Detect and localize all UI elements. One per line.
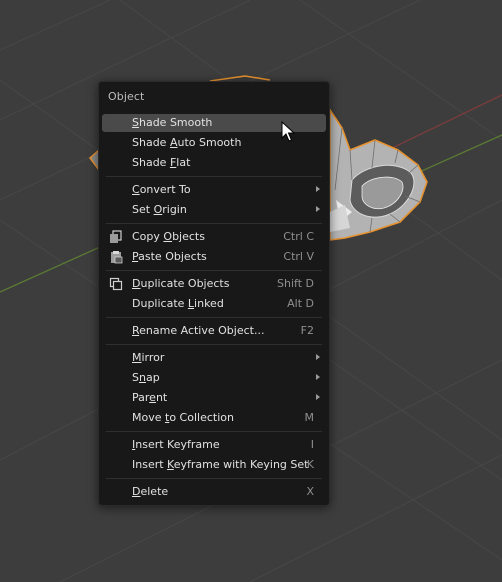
menu-separator — [106, 270, 322, 271]
paste-objects-icon — [109, 250, 123, 264]
object-context-menu: Object Shade Smooth Shade Auto Smooth Sh… — [98, 81, 330, 506]
menu-item-shortcut: I — [310, 438, 314, 451]
menu-item-shortcut: M — [304, 411, 315, 424]
submenu-arrow-icon — [316, 374, 320, 380]
submenu-arrow-icon — [316, 354, 320, 360]
mnemonic-letter: O — [153, 203, 163, 216]
duplicate-icon — [109, 277, 123, 291]
mnemonic-letter: O — [163, 230, 173, 243]
menu-separator — [106, 317, 322, 318]
menu-item-label: Shade Auto Smooth — [132, 136, 242, 149]
menu-separator — [106, 478, 322, 479]
menu-item-label: Set Origin — [132, 203, 187, 216]
menu-item-shortcut: X — [306, 485, 314, 498]
menu-item-shortcut: Alt D — [287, 297, 314, 310]
mnemonic-letter: M — [132, 351, 142, 364]
menu-item-label: Duplicate Objects — [132, 277, 230, 290]
submenu-arrow-icon — [316, 186, 320, 192]
mnemonic-letter: C — [132, 183, 140, 196]
menu-item-shortcut: Shift D — [277, 277, 314, 290]
mouse-cursor-icon — [281, 121, 295, 142]
menu-item-parent[interactable]: Parent — [102, 389, 326, 407]
menu-title: Object — [108, 90, 145, 103]
menu-item-label: Delete — [132, 485, 169, 498]
menu-item-mirror[interactable]: Mirror — [102, 349, 326, 367]
menu-item-label: Insert Keyframe with Keying Set — [132, 458, 309, 471]
menu-item-label: Insert Keyframe — [132, 438, 220, 451]
menu-item-label: Parent — [132, 391, 168, 404]
menu-item-shortcut: F2 — [300, 324, 314, 337]
menu-item-set-origin[interactable]: Set Origin — [102, 201, 326, 219]
menu-item-insert-keyframe-with-keying-set[interactable]: Insert Keyframe with Keying Set K — [102, 456, 326, 474]
mnemonic-letter: S — [132, 116, 139, 129]
menu-item-label: Convert To — [132, 183, 191, 196]
menu-item-duplicate-linked[interactable]: Duplicate Linked Alt D — [102, 295, 326, 313]
menu-item-delete[interactable]: Delete X — [102, 483, 326, 501]
submenu-arrow-icon — [316, 394, 320, 400]
menu-item-rename-active-object[interactable]: Rename Active Object... F2 — [102, 322, 326, 340]
menu-item-label: Snap — [132, 371, 160, 384]
menu-item-label: Paste Objects — [132, 250, 207, 263]
menu-separator — [106, 223, 322, 224]
menu-separator — [106, 176, 322, 177]
submenu-arrow-icon — [316, 206, 320, 212]
menu-item-label: Rename Active Object... — [132, 324, 265, 337]
mnemonic-letter: K — [167, 458, 174, 471]
menu-item-shortcut: Ctrl C — [283, 230, 314, 243]
menu-item-label: Move to Collection — [132, 411, 234, 424]
menu-item-duplicate-objects[interactable]: Duplicate Objects Shift D — [102, 275, 326, 293]
menu-item-label: Shade Flat — [132, 156, 191, 169]
mnemonic-letter: e — [149, 391, 156, 404]
menu-item-shade-flat[interactable]: Shade Flat — [102, 154, 326, 172]
menu-item-insert-keyframe[interactable]: Insert Keyframe I — [102, 436, 326, 454]
menu-item-label: Copy Objects — [132, 230, 205, 243]
menu-item-convert-to[interactable]: Convert To — [102, 181, 326, 199]
menu-item-snap[interactable]: Snap — [102, 369, 326, 387]
menu-separator — [106, 344, 322, 345]
menu-item-label: Mirror — [132, 351, 165, 364]
menu-item-shortcut: Ctrl V — [283, 250, 314, 263]
menu-item-move-to-collection[interactable]: Move to Collection M — [102, 409, 326, 427]
menu-item-label: Duplicate Linked — [132, 297, 224, 310]
mnemonic-letter: n — [138, 371, 146, 384]
menu-item-shortcut: K — [306, 458, 314, 471]
copy-objects-icon — [109, 230, 123, 244]
menu-item-copy-objects[interactable]: Copy Objects Ctrl C — [102, 228, 326, 246]
menu-item-paste-objects[interactable]: Paste Objects Ctrl V — [102, 248, 326, 266]
menu-item-label: Shade Smooth — [132, 116, 213, 129]
menu-separator — [106, 431, 322, 432]
